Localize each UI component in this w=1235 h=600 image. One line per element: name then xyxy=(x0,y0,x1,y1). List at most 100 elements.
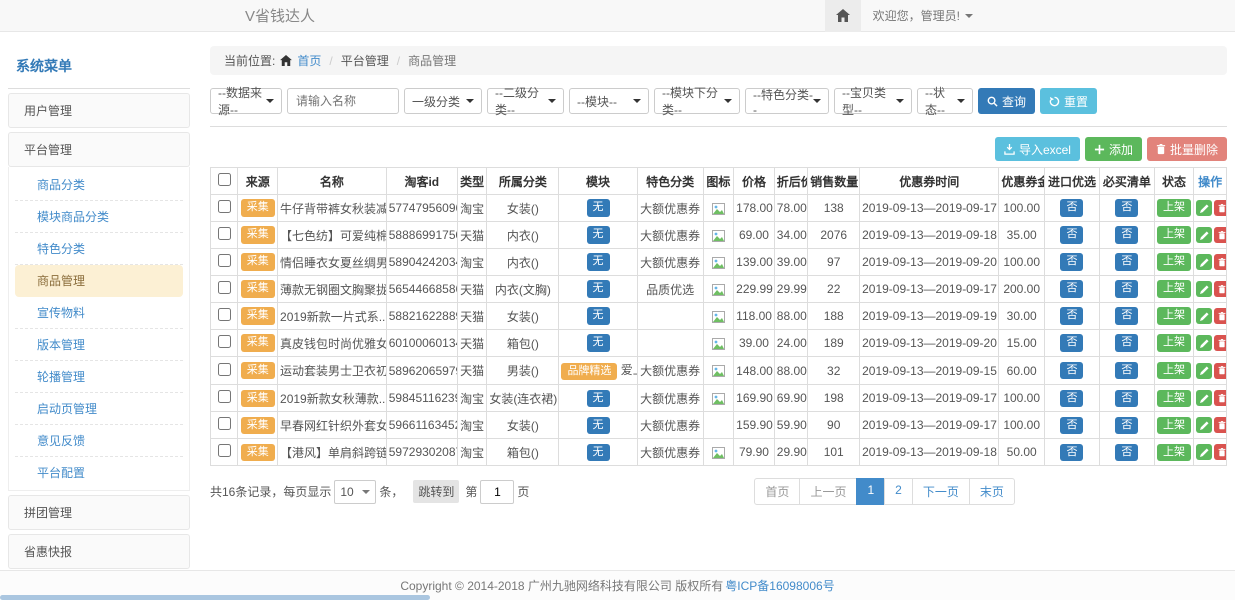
sidebar-subitem[interactable]: 启动页管理 xyxy=(15,393,183,425)
edit-button[interactable] xyxy=(1196,281,1212,297)
row-checkbox[interactable] xyxy=(218,227,231,240)
name-search-input[interactable] xyxy=(287,88,399,114)
reset-button[interactable]: 重置 xyxy=(1040,88,1097,114)
jump-page-input[interactable] xyxy=(480,480,514,504)
edit-button[interactable] xyxy=(1196,200,1212,216)
horizontal-scrollbar-thumb[interactable] xyxy=(0,595,430,600)
edit-button[interactable] xyxy=(1196,363,1212,379)
sidebar-subitem[interactable]: 商品分类 xyxy=(15,169,183,201)
page-size-select[interactable]: 10 xyxy=(334,480,376,504)
import-excel-button[interactable]: 导入excel xyxy=(995,137,1080,161)
import-select-toggle[interactable]: 否 xyxy=(1060,253,1083,270)
status-toggle[interactable]: 上架 xyxy=(1157,362,1191,379)
filter-feature-select[interactable]: --特色分类-- xyxy=(745,88,829,114)
must-buy-toggle[interactable]: 否 xyxy=(1115,334,1138,351)
must-buy-toggle[interactable]: 否 xyxy=(1115,362,1138,379)
module-none-badge[interactable]: 无 xyxy=(587,417,610,434)
row-checkbox[interactable] xyxy=(218,308,231,321)
delete-button[interactable] xyxy=(1214,417,1226,433)
row-checkbox[interactable] xyxy=(218,390,231,403)
status-toggle[interactable]: 上架 xyxy=(1157,417,1191,434)
sidebar-subitem[interactable]: 商品管理 xyxy=(15,265,183,297)
select-all-checkbox[interactable] xyxy=(218,173,231,186)
row-checkbox[interactable] xyxy=(218,444,231,457)
delete-button[interactable] xyxy=(1214,335,1226,351)
must-buy-toggle[interactable]: 否 xyxy=(1115,199,1138,216)
status-toggle[interactable]: 上架 xyxy=(1157,444,1191,461)
user-menu[interactable]: 欢迎您，管理员! xyxy=(861,7,985,24)
module-none-badge[interactable]: 无 xyxy=(587,199,610,216)
row-checkbox[interactable] xyxy=(218,417,231,430)
edit-button[interactable] xyxy=(1196,417,1212,433)
sidebar-subitem[interactable]: 特色分类 xyxy=(15,233,183,265)
sidebar-subitem[interactable]: 轮播管理 xyxy=(15,361,183,393)
must-buy-toggle[interactable]: 否 xyxy=(1115,253,1138,270)
status-toggle[interactable]: 上架 xyxy=(1157,334,1191,351)
page-2-button[interactable]: 2 xyxy=(884,478,913,505)
edit-button[interactable] xyxy=(1196,390,1212,406)
edit-button[interactable] xyxy=(1196,444,1212,460)
delete-button[interactable] xyxy=(1214,254,1226,270)
sidebar-group[interactable]: 省惠快报 xyxy=(8,534,190,569)
module-none-badge[interactable]: 无 xyxy=(587,226,610,243)
must-buy-toggle[interactable]: 否 xyxy=(1115,417,1138,434)
must-buy-toggle[interactable]: 否 xyxy=(1115,280,1138,297)
filter-cat1-select[interactable]: 一级分类 xyxy=(404,88,482,114)
import-select-toggle[interactable]: 否 xyxy=(1060,334,1083,351)
batch-delete-button[interactable]: 批量删除 xyxy=(1147,137,1227,161)
import-select-toggle[interactable]: 否 xyxy=(1060,362,1083,379)
filter-status-select[interactable]: --状态-- xyxy=(917,88,973,114)
breadcrumb-home-link[interactable]: 首页 xyxy=(297,52,321,69)
page-1-button[interactable]: 1 xyxy=(856,478,885,505)
jump-button[interactable]: 跳转到 xyxy=(413,480,459,503)
delete-button[interactable] xyxy=(1214,363,1226,379)
import-select-toggle[interactable]: 否 xyxy=(1060,390,1083,407)
last-page-button[interactable]: 末页 xyxy=(969,478,1015,505)
module-none-badge[interactable]: 无 xyxy=(587,334,610,351)
sidebar-subitem[interactable]: 模块商品分类 xyxy=(15,201,183,233)
module-none-badge[interactable]: 无 xyxy=(587,307,610,324)
filter-source-select[interactable]: --数据来源-- xyxy=(210,88,282,114)
delete-button[interactable] xyxy=(1214,390,1226,406)
module-none-badge[interactable]: 无 xyxy=(587,280,610,297)
sidebar-subitem[interactable]: 版本管理 xyxy=(15,329,183,361)
import-select-toggle[interactable]: 否 xyxy=(1060,199,1083,216)
breadcrumb-level1[interactable]: 平台管理 xyxy=(341,52,389,69)
status-toggle[interactable]: 上架 xyxy=(1157,390,1191,407)
sidebar-subitem[interactable]: 宣传物料 xyxy=(15,297,183,329)
must-buy-toggle[interactable]: 否 xyxy=(1115,307,1138,324)
delete-button[interactable] xyxy=(1214,227,1226,243)
filter-module-select[interactable]: --模块-- xyxy=(569,88,649,114)
home-button[interactable] xyxy=(825,0,861,32)
status-toggle[interactable]: 上架 xyxy=(1157,226,1191,243)
row-checkbox[interactable] xyxy=(218,200,231,213)
sidebar-subitem[interactable]: 平台配置 xyxy=(15,457,183,488)
import-select-toggle[interactable]: 否 xyxy=(1060,226,1083,243)
row-checkbox[interactable] xyxy=(218,254,231,267)
import-select-toggle[interactable]: 否 xyxy=(1060,307,1083,324)
sidebar-group-platform[interactable]: 平台管理 xyxy=(8,132,190,167)
status-toggle[interactable]: 上架 xyxy=(1157,253,1191,270)
delete-button[interactable] xyxy=(1214,200,1226,216)
first-page-button[interactable]: 首页 xyxy=(754,478,800,505)
icp-link[interactable]: 粤ICP备16098006号 xyxy=(725,577,834,594)
status-toggle[interactable]: 上架 xyxy=(1157,280,1191,297)
sidebar-group-users[interactable]: 用户管理 xyxy=(8,93,190,128)
search-button[interactable]: 查询 xyxy=(978,88,1035,114)
filter-item-type-select[interactable]: --宝贝类型-- xyxy=(834,88,912,114)
import-select-toggle[interactable]: 否 xyxy=(1060,444,1083,461)
edit-button[interactable] xyxy=(1196,227,1212,243)
module-none-badge[interactable]: 无 xyxy=(587,253,610,270)
filter-module-sub-select[interactable]: --模块下分类-- xyxy=(654,88,740,114)
edit-button[interactable] xyxy=(1196,254,1212,270)
row-checkbox[interactable] xyxy=(218,281,231,294)
module-none-badge[interactable]: 无 xyxy=(587,444,610,461)
row-checkbox[interactable] xyxy=(218,335,231,348)
delete-button[interactable] xyxy=(1214,281,1226,297)
must-buy-toggle[interactable]: 否 xyxy=(1115,390,1138,407)
delete-button[interactable] xyxy=(1214,444,1226,460)
import-select-toggle[interactable]: 否 xyxy=(1060,280,1083,297)
status-toggle[interactable]: 上架 xyxy=(1157,199,1191,216)
filter-cat2-select[interactable]: --二级分类-- xyxy=(487,88,564,114)
row-checkbox[interactable] xyxy=(218,363,231,376)
